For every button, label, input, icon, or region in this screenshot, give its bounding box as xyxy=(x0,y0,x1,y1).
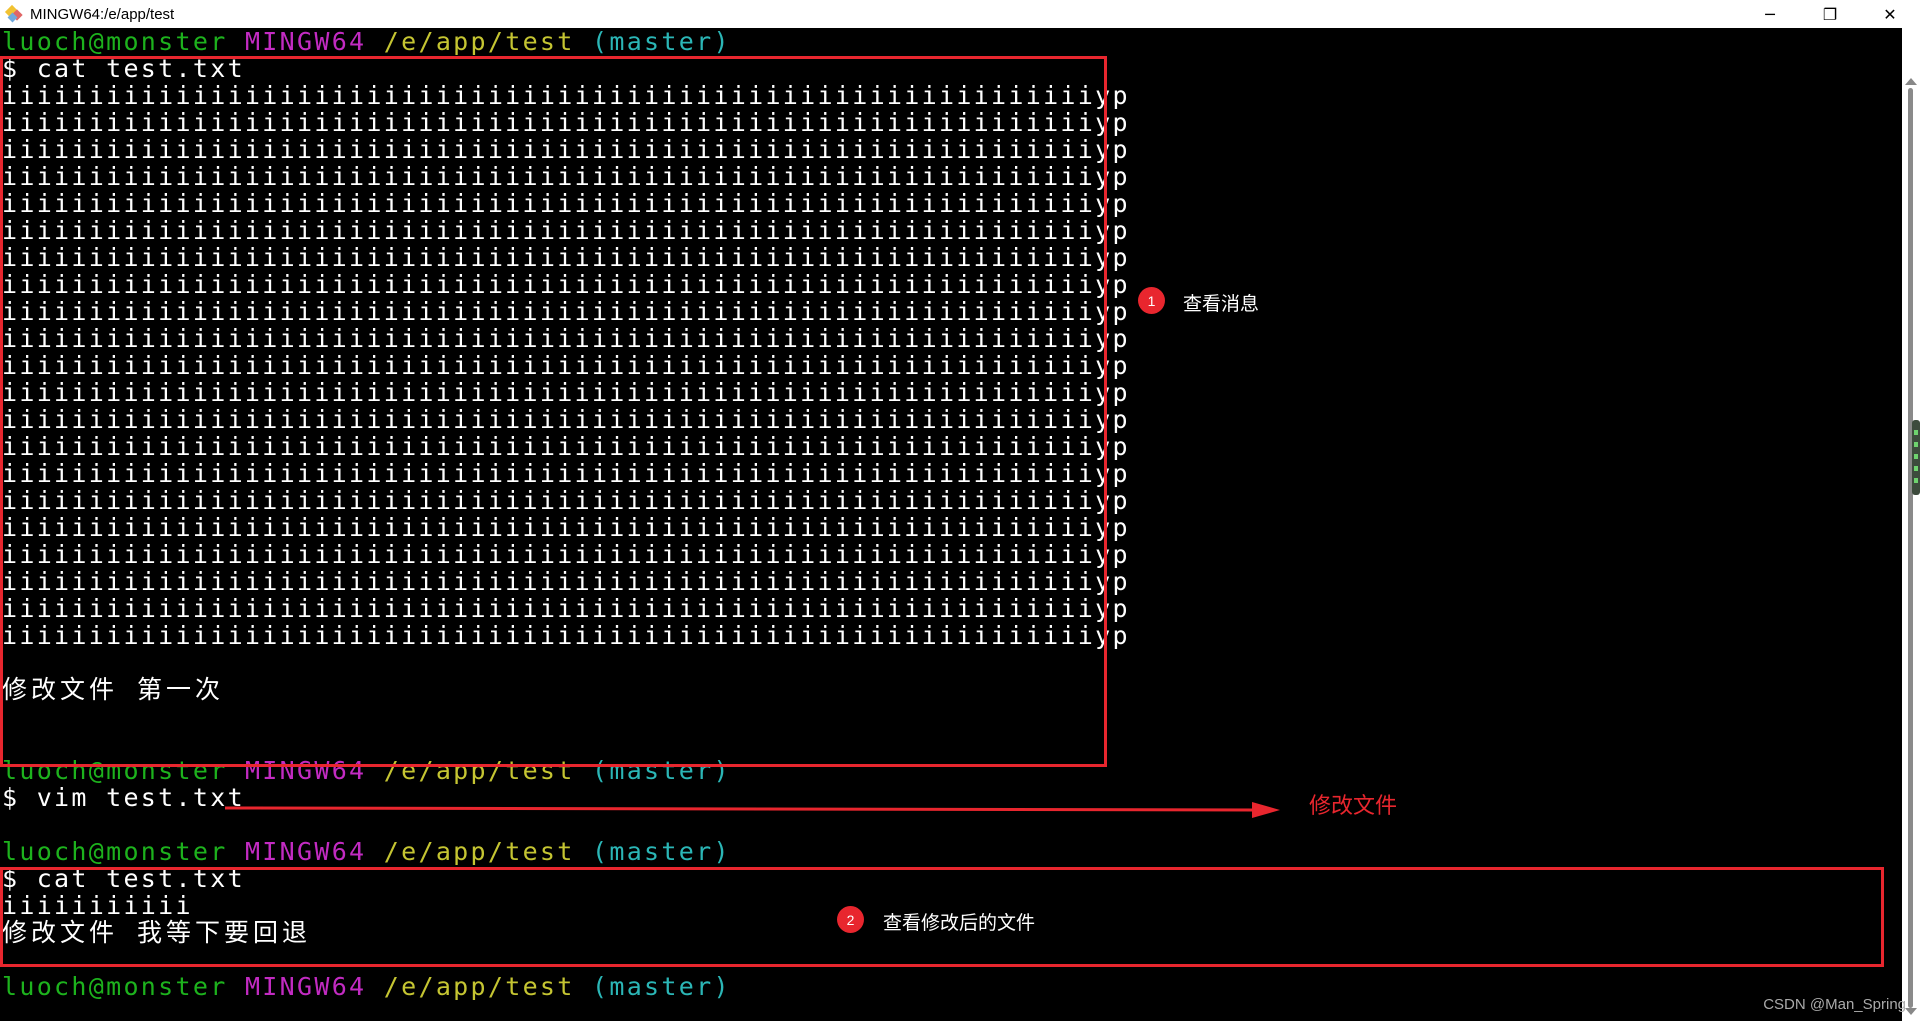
scroll-down-arrow-icon[interactable] xyxy=(1905,1008,1917,1015)
prompt-branch: (master) xyxy=(592,28,731,56)
scroll-thumb[interactable] xyxy=(1908,88,1913,1008)
minimize-button[interactable]: ─ xyxy=(1740,0,1800,28)
scroll-marker-icon xyxy=(1912,420,1920,495)
watermark: CSDN @Man_Spring xyxy=(1763,996,1906,1013)
prompt-line: luoch@monster MINGW64 /e/app/test (maste… xyxy=(2,28,731,55)
scrollbar[interactable] xyxy=(1902,28,1920,1021)
annotation-badge-2: 2 xyxy=(837,906,864,933)
command-line: $ vim test.txt xyxy=(2,783,245,812)
scroll-up-arrow-icon[interactable] xyxy=(1905,78,1917,85)
annotation-note-1: 查看消息 xyxy=(1183,293,1260,315)
prompt-branch: (master) xyxy=(592,837,731,866)
prompt-host: MINGW64 xyxy=(244,28,367,56)
arrow-right-icon xyxy=(225,802,1280,818)
prompt-branch: (master) xyxy=(592,972,731,1001)
terminal-window: MINGW64:/e/app/test ─ ❐ ✕ luoch@monster … xyxy=(0,0,1920,1021)
annotation-box-1 xyxy=(0,56,1107,767)
prompt-user: luoch@monster xyxy=(2,837,228,866)
prompt-host: MINGW64 xyxy=(244,972,367,1001)
restore-button[interactable]: ❐ xyxy=(1800,0,1860,28)
prompt-path: /e/app/test xyxy=(383,837,575,866)
prompt-path: /e/app/test xyxy=(383,972,575,1001)
prompt-host: MINGW64 xyxy=(244,837,367,866)
prompt-user: luoch@monster xyxy=(2,28,228,56)
title-bar: MINGW64:/e/app/test ─ ❐ ✕ xyxy=(0,0,1920,28)
prompt-line: luoch@monster MINGW64 /e/app/test (maste… xyxy=(2,973,731,1000)
window-title: MINGW64:/e/app/test xyxy=(30,5,175,23)
prompt-line: luoch@monster MINGW64 /e/app/test (maste… xyxy=(2,838,731,865)
annotation-badge-1: 1 xyxy=(1138,287,1165,314)
annotation-note-2: 查看修改后的文件 xyxy=(883,912,1036,934)
git-bash-icon xyxy=(4,4,24,24)
close-button[interactable]: ✕ xyxy=(1860,0,1920,28)
window-controls: ─ ❐ ✕ xyxy=(1740,0,1920,28)
prompt-user: luoch@monster xyxy=(2,972,228,1001)
arrow-annotation-note: 修改文件 xyxy=(1309,794,1398,819)
prompt-path: /e/app/test xyxy=(383,28,575,56)
